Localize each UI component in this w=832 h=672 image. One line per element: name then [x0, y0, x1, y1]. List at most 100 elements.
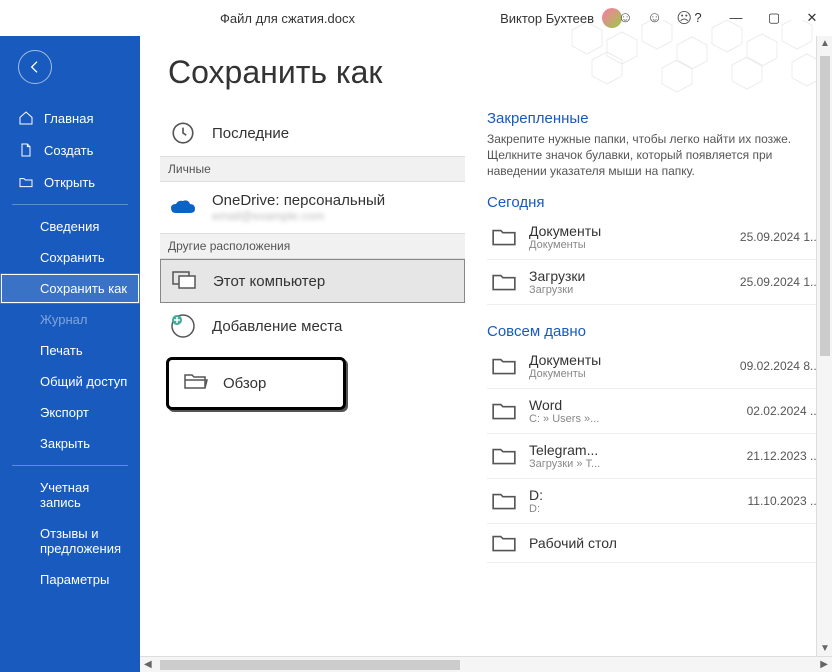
folder-name: Загрузки: [529, 268, 728, 284]
locations-column: Последние Личные OneDrive: персональный …: [140, 36, 475, 672]
folder-row[interactable]: Документы Документы 25.09.2024 1...: [487, 215, 824, 260]
folder-date: 25.09.2024 1...: [740, 275, 820, 289]
pc-icon: [169, 270, 199, 292]
scroll-thumb[interactable]: [820, 56, 830, 356]
today-list: Документы Документы 25.09.2024 1... Загр…: [487, 215, 824, 305]
folder-icon: [491, 532, 517, 554]
sidebar-item-history: Журнал: [0, 304, 140, 335]
folder-row[interactable]: WordC: » Users »... 02.02.2024 ...: [487, 389, 824, 434]
folder-sub: Загрузки: [529, 284, 728, 296]
folder-name: Документы: [529, 223, 728, 239]
pinned-section-title: Закрепленные: [487, 110, 824, 127]
folder-date: 25.09.2024 1...: [740, 230, 820, 244]
user-area[interactable]: Виктор Бухтеев: [500, 8, 622, 28]
today-section-title: Сегодня: [487, 194, 824, 211]
location-label: Этот компьютер: [213, 273, 325, 290]
browse-label: Обзор: [223, 375, 266, 392]
scroll-thumb[interactable]: [160, 660, 460, 670]
folder-icon: [491, 445, 517, 467]
folder-icon: [491, 226, 517, 248]
sidebar-item-print[interactable]: Печать: [0, 335, 140, 366]
folder-date: 09.02.2024 8...: [740, 359, 820, 373]
user-name: Виктор Бухтеев: [500, 11, 594, 26]
location-recent[interactable]: Последние: [160, 110, 465, 156]
location-addplace[interactable]: Добавление места: [160, 303, 465, 349]
folder-sub: C: » Users »...: [529, 413, 735, 425]
vertical-scrollbar[interactable]: ▲ ▼: [816, 36, 832, 656]
folder-name: Word: [529, 397, 735, 413]
folder-sub: Документы: [529, 368, 728, 380]
content-area: Сохранить как Последние Личные OneDrive:…: [140, 36, 832, 672]
sidebar-item-save[interactable]: Сохранить: [0, 242, 140, 273]
onedrive-icon: [168, 199, 198, 217]
sidebar-item-options[interactable]: Параметры: [0, 564, 140, 595]
sidebar-item-saveas[interactable]: Сохранить как: [0, 273, 140, 304]
sidebar-item-share[interactable]: Общий доступ: [0, 366, 140, 397]
location-onedrive[interactable]: OneDrive: персональный email@example.com: [160, 182, 465, 233]
locations-header-personal: Личные: [160, 156, 465, 182]
location-sublabel: email@example.com: [212, 209, 385, 223]
folder-name: Документы: [529, 352, 728, 368]
pinned-section-desc: Закрепите нужные папки, чтобы легко найт…: [487, 131, 824, 180]
add-place-icon: [168, 313, 198, 339]
maximize-button[interactable]: ▢: [764, 10, 784, 26]
folders-column: Закрепленные Закрепите нужные папки, что…: [475, 36, 832, 672]
folder-sub: Загрузки » T...: [529, 458, 735, 470]
sidebar-item-account[interactable]: Учетная запись: [0, 472, 140, 518]
location-label: Добавление места: [212, 318, 342, 335]
folder-row[interactable]: ДокументыДокументы 09.02.2024 8...: [487, 344, 824, 389]
scroll-left-icon[interactable]: ◀: [144, 659, 152, 670]
folder-name: D:: [529, 487, 735, 503]
sidebar-item-feedback[interactable]: Отзывы и предложения: [0, 518, 140, 564]
folder-icon: [491, 400, 517, 422]
folder-name: Telegram...: [529, 442, 735, 458]
sidebar-label: Главная: [44, 111, 93, 126]
scroll-right-icon[interactable]: ▶: [820, 659, 828, 670]
folder-row[interactable]: Загрузки Загрузки 25.09.2024 1...: [487, 260, 824, 305]
folder-row[interactable]: D:D: 11.10.2023 ...: [487, 479, 824, 524]
window-controls: ? — ▢ ✕: [688, 10, 822, 26]
scroll-down-icon[interactable]: ▼: [820, 643, 830, 654]
sidebar-item-home[interactable]: Главная: [0, 102, 140, 134]
sidebar-label: Создать: [44, 143, 93, 158]
sidebar-item-new[interactable]: Создать: [0, 134, 140, 166]
folder-name: Рабочий стол: [529, 535, 820, 551]
sidebar-item-close[interactable]: Закрыть: [0, 428, 140, 459]
horizontal-scrollbar[interactable]: ◀ ▶: [140, 656, 832, 672]
minimize-button[interactable]: —: [726, 10, 746, 26]
folder-date: 21.12.2023 ...: [747, 449, 820, 463]
help-icon[interactable]: ?: [688, 10, 708, 26]
face-happy-icon[interactable]: ☺: [618, 9, 633, 27]
folder-icon: [491, 490, 517, 512]
sidebar-item-open[interactable]: Открыть: [0, 166, 140, 198]
clock-icon: [168, 120, 198, 146]
locations-header-other: Другие расположения: [160, 233, 465, 259]
sidebar-item-export[interactable]: Экспорт: [0, 397, 140, 428]
folder-sub: D:: [529, 503, 735, 515]
folder-date: 02.02.2024 ...: [747, 404, 820, 418]
page-title: Сохранить как: [168, 54, 382, 91]
longago-section-title: Совсем давно: [487, 323, 824, 340]
folder-row[interactable]: Telegram...Загрузки » T... 21.12.2023 ..…: [487, 434, 824, 479]
folder-open-icon: [183, 370, 209, 397]
sidebar-item-info[interactable]: Сведения: [0, 211, 140, 242]
location-label: Последние: [212, 125, 289, 142]
scroll-up-icon[interactable]: ▲: [820, 38, 830, 49]
document-filename: Файл для сжатия.docx: [220, 11, 355, 26]
titlebar: Файл для сжатия.docx Виктор Бухтеев ☺ ☺ …: [0, 0, 832, 36]
face-feedback-icons: ☺ ☺ ☹: [618, 9, 692, 27]
sidebar-label: Открыть: [44, 175, 95, 190]
folder-icon: [491, 355, 517, 377]
backstage-sidebar: Главная Создать Открыть Сведения Сохрани…: [0, 36, 140, 672]
close-button[interactable]: ✕: [802, 10, 822, 26]
face-neutral-icon[interactable]: ☺: [647, 9, 662, 27]
folder-date: 11.10.2023 ...: [747, 494, 820, 508]
back-button[interactable]: [18, 50, 52, 84]
location-thispc[interactable]: Этот компьютер: [160, 259, 465, 303]
location-label: OneDrive: персональный: [212, 192, 385, 209]
browse-button[interactable]: Обзор: [166, 357, 346, 410]
folder-row[interactable]: Рабочий стол: [487, 524, 824, 563]
longago-list: ДокументыДокументы 09.02.2024 8... WordC…: [487, 344, 824, 563]
folder-sub: Документы: [529, 239, 728, 251]
folder-icon: [491, 271, 517, 293]
